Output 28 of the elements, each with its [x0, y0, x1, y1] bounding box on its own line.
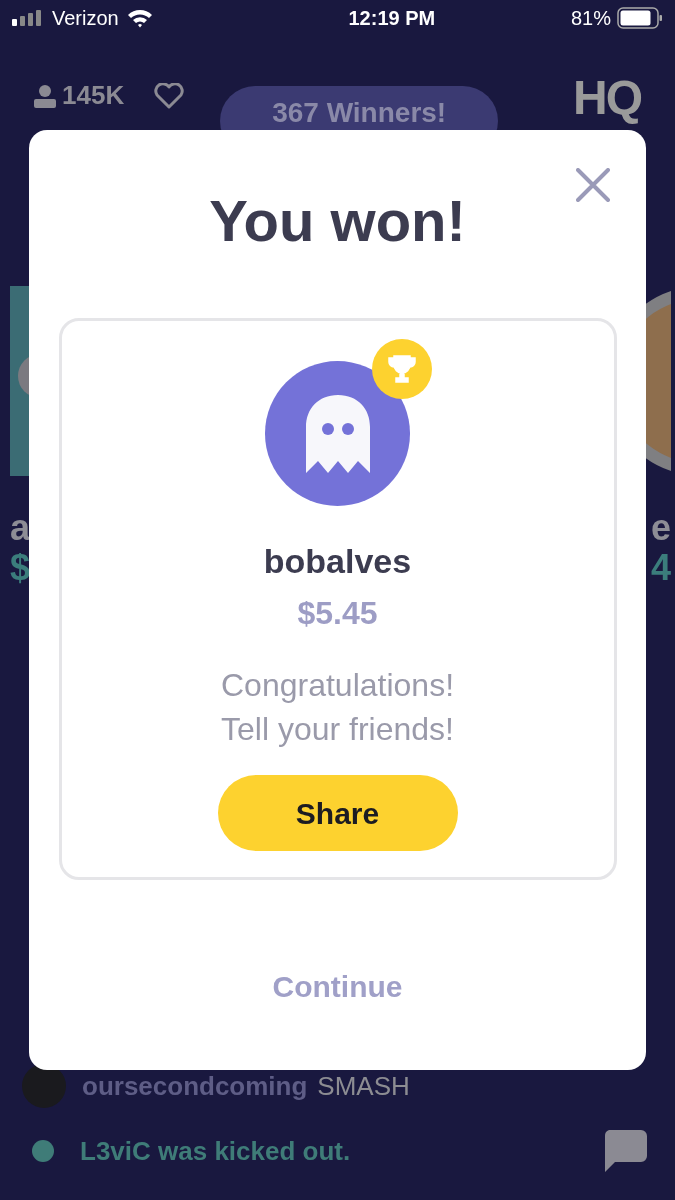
viewer-count: 145K [62, 79, 125, 112]
share-button[interactable]: Share [217, 775, 458, 851]
battery-percent: 81% [570, 6, 611, 31]
winner-name: e [650, 510, 671, 546]
close-icon [576, 168, 610, 202]
chat-username: oursecondcoming [82, 1069, 308, 1103]
signal-icon [12, 10, 44, 26]
chat-event: L3viC was kicked out. [80, 1134, 351, 1168]
carrier-name: Verizon [52, 6, 119, 31]
chat-message: SMASH [317, 1069, 410, 1103]
winner-prize: 4 [650, 550, 671, 586]
close-button[interactable] [574, 166, 612, 204]
chat-bubble-icon [603, 1130, 647, 1172]
wifi-icon [126, 8, 153, 28]
user-avatar [22, 1064, 66, 1108]
winner-prize: $ [10, 550, 31, 586]
clock-time: 12:19 PM [348, 6, 436, 31]
congrats-text: Congratulations! [221, 666, 454, 705]
hq-logo: HQ [573, 74, 641, 122]
winner-name: a [10, 510, 31, 546]
heart-icon [154, 82, 185, 109]
dialog-title: You won! [209, 192, 466, 250]
battery-icon [617, 7, 663, 29]
congrats-text: Tell your friends! [221, 710, 454, 749]
winner-prize-amount: $5.45 [297, 594, 378, 633]
winner-username: bobalves [263, 541, 412, 582]
person-icon [34, 83, 56, 108]
trophy-icon [386, 353, 418, 385]
